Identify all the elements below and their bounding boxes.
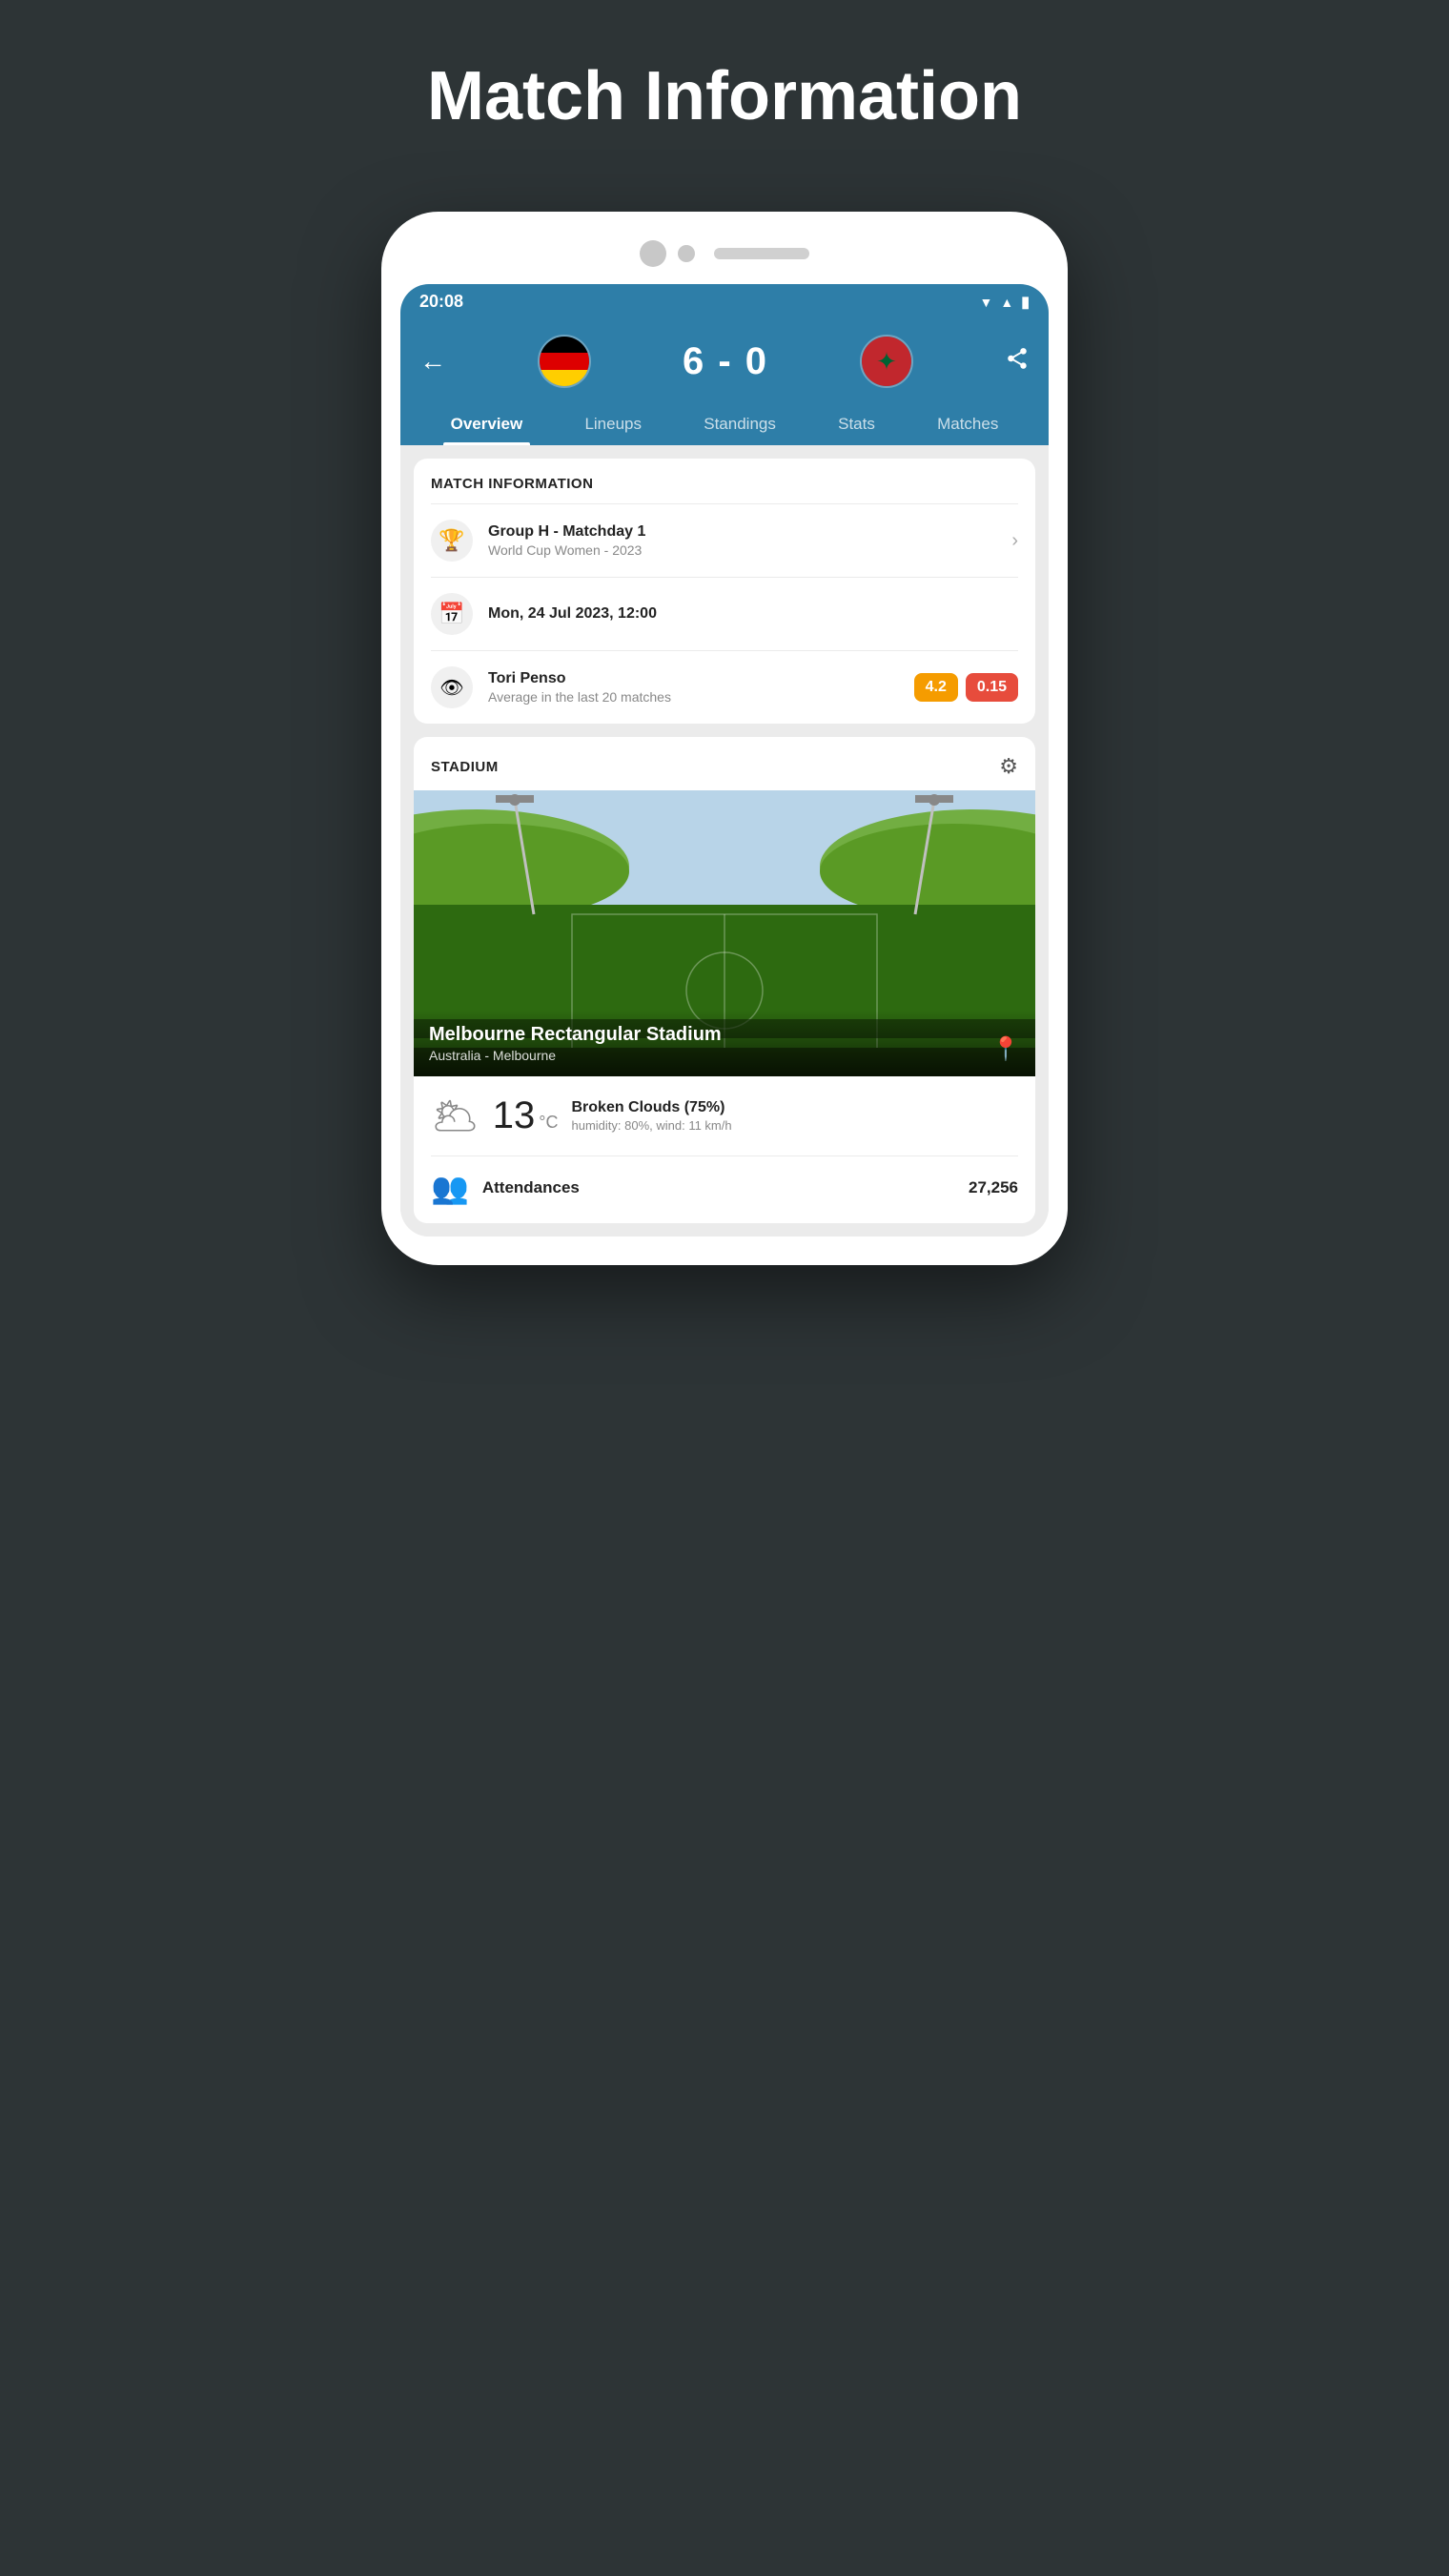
- tab-overview[interactable]: Overview: [443, 403, 531, 445]
- calendar-icon: 📅: [439, 602, 464, 626]
- match-date: Mon, 24 Jul 2023, 12:00: [488, 605, 1018, 623]
- stadium-location: Australia - Melbourne: [429, 1048, 722, 1063]
- phone-screen: 20:08 ← 6 - 0: [400, 284, 1049, 1237]
- tab-standings[interactable]: Standings: [696, 403, 784, 445]
- competition-sub: World Cup Women - 2023: [488, 542, 996, 558]
- share-button[interactable]: [1005, 346, 1030, 378]
- flag-stripe-red: [540, 353, 589, 369]
- content-area: MATCH INFORMATION 🏆 Group H - Matchday 1…: [400, 445, 1049, 1237]
- attendance-label: Attendances: [482, 1178, 580, 1197]
- stadium-header: STADIUM ⚙: [414, 737, 1035, 790]
- share-icon: [1005, 346, 1030, 371]
- match-header: ← 6 - 0 ✦: [400, 319, 1049, 445]
- competition-logo: 🏆: [431, 520, 473, 562]
- score-row: ← 6 - 0 ✦: [419, 335, 1030, 403]
- competition-row[interactable]: 🏆 Group H - Matchday 1 World Cup Women -…: [414, 504, 1035, 577]
- weather-icon: 🌥: [431, 1094, 480, 1138]
- stadium-name: Melbourne Rectangular Stadium: [429, 1024, 722, 1046]
- referee-badges: 4.2 0.15: [914, 673, 1018, 702]
- tab-lineups[interactable]: Lineups: [577, 403, 649, 445]
- weather-row: 🌥 13 °C Broken Clouds (75%) humidity: 80…: [414, 1076, 1035, 1155]
- attendance-icon: 👥: [431, 1170, 469, 1206]
- morocco-star: ✦: [876, 347, 897, 377]
- eye-icon: 👁: [439, 676, 463, 700]
- battery-icon: [1021, 292, 1030, 312]
- signal-icon: [1000, 292, 1013, 312]
- attendance-left: 👥 Attendances: [431, 1170, 580, 1206]
- wifi-icon: [979, 292, 992, 312]
- settings-icon[interactable]: ⚙: [999, 754, 1018, 779]
- match-info-card: MATCH INFORMATION 🏆 Group H - Matchday 1…: [414, 459, 1035, 724]
- back-button[interactable]: ←: [419, 346, 446, 377]
- temperature-unit: °C: [539, 1113, 558, 1133]
- stadium-overlay: Melbourne Rectangular Stadium Australia …: [414, 1011, 1035, 1076]
- competition-icon: 🏆: [439, 528, 464, 553]
- phone-frame: 20:08 ← 6 - 0: [381, 212, 1068, 1265]
- stadium-name-location: Melbourne Rectangular Stadium Australia …: [429, 1024, 722, 1063]
- weather-details: humidity: 80%, wind: 11 km/h: [571, 1118, 1018, 1133]
- attendance-row: 👥 Attendances 27,256: [414, 1156, 1035, 1223]
- stadium-section-title: STADIUM: [431, 759, 499, 775]
- temperature-display: 13 °C: [493, 1094, 559, 1137]
- germany-flag-stripes: [540, 337, 589, 386]
- date-row: 📅 Mon, 24 Jul 2023, 12:00: [414, 578, 1035, 650]
- location-pin-icon[interactable]: 📍: [991, 1035, 1020, 1063]
- date-content: Mon, 24 Jul 2023, 12:00: [488, 605, 1018, 623]
- flag-stripe-black: [540, 337, 589, 353]
- attendance-value: 27,256: [969, 1178, 1018, 1197]
- chevron-right-icon: ›: [1011, 530, 1018, 552]
- referee-sub: Average in the last 20 matches: [488, 689, 899, 705]
- calendar-icon-container: 📅: [431, 593, 473, 635]
- phone-camera: [640, 240, 666, 267]
- badge-yellow-card: 4.2: [914, 673, 958, 702]
- referee-content: Tori Penso Average in the last 20 matche…: [488, 670, 899, 705]
- competition-name: Group H - Matchday 1: [488, 523, 996, 541]
- phone-dots: [678, 245, 695, 262]
- weather-description: Broken Clouds (75%) humidity: 80%, wind:…: [571, 1099, 1018, 1133]
- flag-stripe-gold: [540, 370, 589, 386]
- phone-speaker: [714, 248, 809, 259]
- status-time: 20:08: [419, 292, 463, 312]
- match-info-title: MATCH INFORMATION: [414, 459, 1035, 503]
- referee-name: Tori Penso: [488, 670, 899, 687]
- stadium-image: Melbourne Rectangular Stadium Australia …: [414, 790, 1035, 1076]
- germany-flag: [538, 335, 591, 388]
- stadium-card: STADIUM ⚙: [414, 737, 1035, 1223]
- tabs-row: Overview Lineups Standings Stats Matches: [419, 403, 1030, 445]
- weather-main-desc: Broken Clouds (75%): [571, 1099, 1018, 1116]
- competition-content: Group H - Matchday 1 World Cup Women - 2…: [488, 523, 996, 558]
- temperature-value: 13: [493, 1094, 536, 1137]
- phone-top-bar: [400, 240, 1049, 267]
- referee-row: 👁 Tori Penso Average in the last 20 matc…: [414, 651, 1035, 724]
- tab-matches[interactable]: Matches: [929, 403, 1006, 445]
- page-title: Match Information: [427, 57, 1022, 135]
- status-bar: 20:08: [400, 284, 1049, 319]
- referee-icon-container: 👁: [431, 666, 473, 708]
- morocco-flag-bg: ✦: [862, 337, 911, 386]
- status-icons: [979, 292, 1030, 312]
- morocco-flag: ✦: [860, 335, 913, 388]
- tab-stats[interactable]: Stats: [830, 403, 883, 445]
- badge-red-card: 0.15: [966, 673, 1018, 702]
- match-score: 6 - 0: [683, 340, 768, 383]
